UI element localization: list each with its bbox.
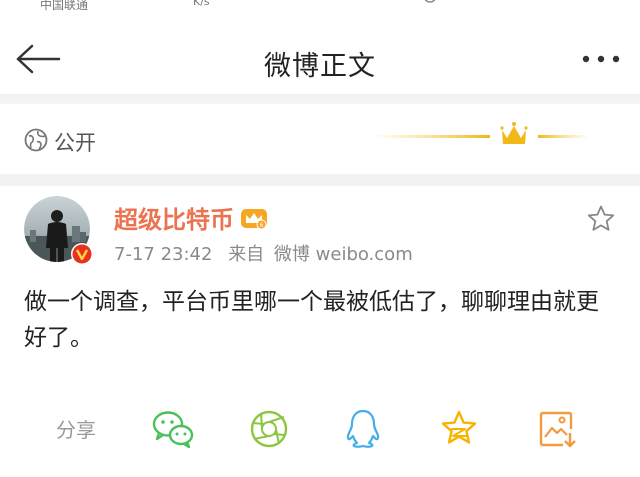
author-row: 超级比特币 6 xyxy=(114,200,268,235)
more-dots-icon xyxy=(582,55,620,63)
visibility-label: 公开 xyxy=(54,131,96,155)
post-timestamp: 7-17 23:42 xyxy=(114,244,213,265)
share-qzone-button[interactable] xyxy=(436,406,482,452)
save-image-icon xyxy=(539,411,576,448)
qzone-star-icon xyxy=(441,410,477,444)
globe-icon xyxy=(24,128,48,152)
more-button[interactable] xyxy=(576,42,626,76)
top-nav-bar: 微博正文 xyxy=(0,14,640,104)
visibility-row: 公开 xyxy=(0,104,640,174)
weibo-post-page: 中国联通 K/s 微博正文 公开 超级比特币 6 7-17 23:42 来自 微… xyxy=(0,0,640,477)
crown-decoration xyxy=(370,122,590,144)
share-wechat-button[interactable] xyxy=(150,406,196,452)
post-content: 做一个调查，平台币里哪一个最被低估了，聊聊理由就更好了。 xyxy=(24,289,599,351)
status-bar: 中国联通 K/s xyxy=(0,0,640,14)
status-icons xyxy=(424,0,436,3)
moments-icon xyxy=(250,410,288,448)
qq-icon xyxy=(346,409,380,448)
share-bar: 分享 xyxy=(0,404,640,454)
net-speed-label: K/s xyxy=(193,0,210,8)
carrier-label: 中国联通 xyxy=(40,0,89,12)
author-name[interactable]: 超级比特币 xyxy=(114,200,234,235)
source-app[interactable]: 微博 weibo.com xyxy=(274,244,413,265)
wechat-icon xyxy=(152,411,194,449)
member-crown-icon[interactable]: 6 xyxy=(240,206,268,230)
share-moments-button[interactable] xyxy=(246,406,292,452)
post-meta: 7-17 23:42 来自 微博 weibo.com xyxy=(114,240,413,266)
weibo-post: 超级比特币 6 7-17 23:42 来自 微博 weibo.com 做一个调查… xyxy=(0,186,640,477)
favorite-star-icon[interactable] xyxy=(586,204,616,234)
section-divider xyxy=(0,174,640,186)
svg-text:6: 6 xyxy=(260,222,264,229)
save-image-button[interactable] xyxy=(534,406,580,452)
share-label: 分享 xyxy=(56,418,96,442)
page-title: 微博正文 xyxy=(264,51,376,82)
verified-badge-icon xyxy=(71,243,93,265)
share-qq-button[interactable] xyxy=(340,406,386,452)
header-divider xyxy=(0,94,640,104)
signal-bars-icon xyxy=(120,0,180,6)
avatar-container[interactable] xyxy=(24,196,94,266)
source-prefix: 来自 xyxy=(228,244,265,265)
